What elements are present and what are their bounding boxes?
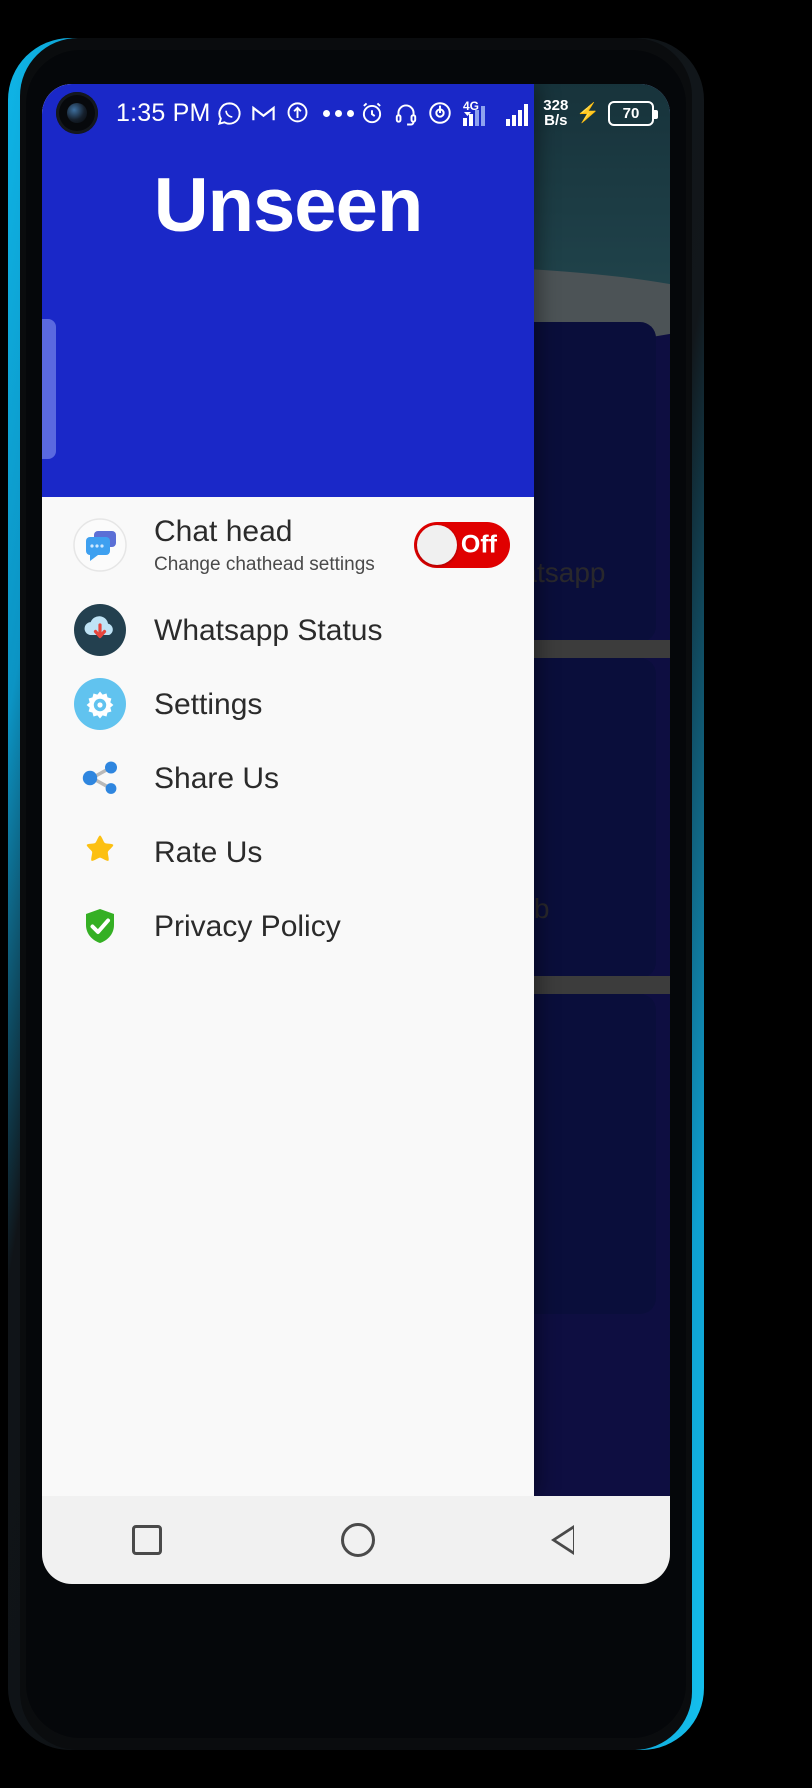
- drawer-item-label: Settings: [154, 687, 263, 721]
- share-us-text-group: Share Us: [154, 762, 516, 795]
- alarm-icon: [363, 102, 382, 124]
- drawer-menu-list: Chat head Change chathead settings Off W…: [42, 497, 534, 963]
- whatsapp-status-text-group: Whatsapp Status: [154, 614, 516, 647]
- battery-level-label: 70: [622, 104, 640, 122]
- drawer-item-label: Share Us: [154, 761, 280, 795]
- drawer-header: Unseen: [42, 84, 534, 497]
- toggle-state-label: Off: [460, 530, 497, 559]
- nav-recents-button[interactable]: [131, 1525, 162, 1555]
- phone-screen: Status Saver Download and see save your …: [42, 84, 670, 1496]
- chat-head-text-group: Chat head Change chathead settings: [154, 515, 414, 576]
- drawer-item-label: Rate Us: [154, 835, 263, 869]
- chat-bubbles-icon: [72, 517, 128, 573]
- drawer-edge-handle: [42, 319, 56, 459]
- navigation-drawer: Unseen Chat head Change chathead setting…: [42, 84, 534, 1496]
- drawer-item-label: Whatsapp Status: [154, 613, 383, 647]
- signal-4g-icon: 4G: [463, 99, 486, 126]
- screenshot-root: Status Saver Download and see save your …: [0, 0, 812, 1788]
- drawer-item-privacy-policy[interactable]: Privacy Policy: [42, 889, 534, 963]
- drawer-item-rate-us[interactable]: Rate Us: [42, 815, 534, 889]
- circle-icon: [340, 1523, 375, 1557]
- gmail-icon: [251, 105, 275, 120]
- drawer-item-chat-head[interactable]: Chat head Change chathead settings Off: [42, 497, 534, 593]
- drawer-item-label: Chat head: [154, 514, 293, 548]
- square-icon: [131, 1525, 162, 1555]
- drawer-item-subtitle: Change chathead settings: [154, 553, 375, 575]
- chat-head-toggle[interactable]: Off: [414, 522, 510, 568]
- drawer-item-label: Privacy Policy: [154, 909, 341, 943]
- data-saver-icon: [429, 102, 452, 124]
- status-bar-overflow-dots: [322, 109, 354, 117]
- whatsapp-icon: [217, 101, 241, 125]
- signal-bars-icon: [506, 104, 529, 126]
- shield-check-icon: [72, 898, 128, 954]
- gear-icon: [72, 676, 128, 732]
- network-speed-value: 328: [543, 97, 569, 114]
- app-title: Unseen: [153, 163, 424, 248]
- status-bar-clock: 1:35 PM: [116, 98, 211, 127]
- headset-icon: [396, 104, 417, 126]
- rate-us-text-group: Rate Us: [154, 836, 516, 869]
- star-icon: [72, 824, 128, 880]
- drawer-item-share-us[interactable]: Share Us: [42, 741, 534, 815]
- privacy-policy-text-group: Privacy Policy: [154, 910, 516, 943]
- drawer-item-settings[interactable]: Settings: [42, 667, 534, 741]
- status-bar-notification-icons: [216, 100, 311, 127]
- front-camera-punch-hole: [56, 92, 98, 134]
- status-bar: 1:35 PM 4G 328 B/s ⚡ 70: [42, 84, 670, 142]
- share-nodes-icon: [72, 750, 128, 806]
- status-bar-system-icons: 4G 328 B/s ⚡ 70: [359, 98, 658, 128]
- cloud-download-icon: [72, 602, 128, 658]
- charging-bolt-icon: ⚡: [576, 103, 600, 124]
- location-pin-icon: [287, 101, 307, 122]
- network-speed-indicator: 328 B/s: [543, 98, 568, 128]
- nav-home-button[interactable]: [340, 1523, 375, 1557]
- settings-text-group: Settings: [154, 688, 516, 721]
- nav-back-button[interactable]: [551, 1523, 580, 1557]
- battery-indicator: 70: [608, 100, 658, 126]
- drawer-item-whatsapp-status[interactable]: Whatsapp Status: [42, 593, 534, 667]
- toggle-knob: [417, 525, 457, 565]
- android-navigation-bar: [42, 1496, 670, 1584]
- triangle-back-icon: [551, 1523, 580, 1557]
- network-speed-unit: B/s: [544, 112, 568, 129]
